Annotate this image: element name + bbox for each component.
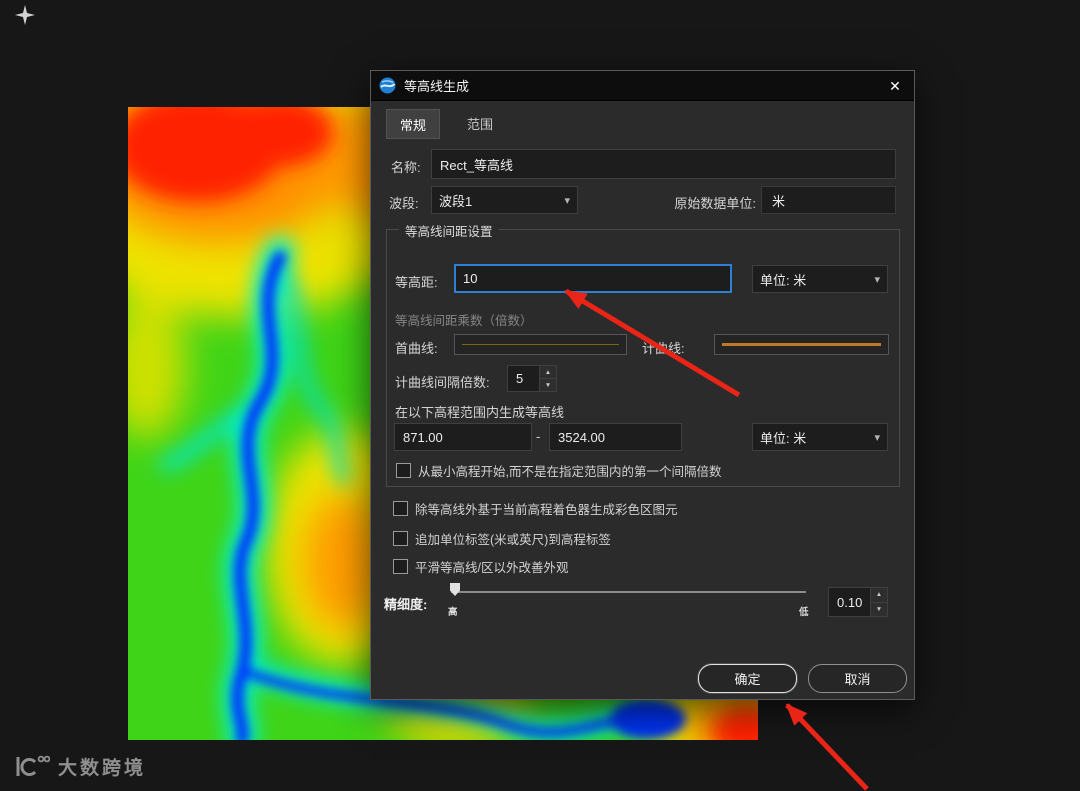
name-label: 名称: xyxy=(391,160,421,175)
spin-down-icon[interactable]: ▼ xyxy=(871,602,887,616)
source-unit-label: 原始数据单位: xyxy=(674,196,756,211)
color-fill-checkbox-label: 除等高线外基于当前高程着色器生成彩色区图元 xyxy=(415,503,678,517)
spin-up-icon[interactable]: ▲ xyxy=(540,366,556,379)
smooth-checkbox-label: 平滑等高线/区以外改善外观 xyxy=(415,561,569,575)
color-fill-checkbox-row[interactable]: 除等高线外基于当前高程着色器生成彩色区图元 xyxy=(393,499,678,518)
elevation-range-title: 在以下高程范围内生成等高线 xyxy=(395,405,565,420)
precision-slider-handle[interactable] xyxy=(450,583,460,596)
interval-unit-select[interactable]: 单位: 米 ▾ xyxy=(752,265,888,293)
index-line-style-picker[interactable] xyxy=(714,334,889,355)
group-title: 等高线间距设置 xyxy=(399,221,499,240)
chevron-down-icon: ▾ xyxy=(564,194,570,207)
index-interval-label: 计曲线间隔倍数: xyxy=(395,375,490,390)
append-unit-checkbox-label: 追加单位标签(米或英尺)到高程标签 xyxy=(415,533,611,547)
chevron-down-icon: ▾ xyxy=(874,431,880,444)
primary-line-style-picker[interactable] xyxy=(454,334,627,355)
append-unit-checkbox-row[interactable]: 追加单位标签(米或英尺)到高程标签 xyxy=(393,529,611,548)
smooth-checkbox[interactable] xyxy=(393,559,408,574)
chevron-down-icon: ▾ xyxy=(874,273,880,286)
watermark-text: 大数跨境 xyxy=(58,757,147,779)
close-icon[interactable]: ✕ xyxy=(880,71,910,101)
primary-line-label: 首曲线: xyxy=(395,341,438,356)
smooth-checkbox-row[interactable]: 平滑等高线/区以外改善外观 xyxy=(393,557,568,576)
interval-input[interactable] xyxy=(454,264,732,293)
min-start-checkbox-row[interactable]: 从最小高程开始,而不是在指定范围内的第一个间隔倍数 xyxy=(396,461,721,480)
index-interval-spinner[interactable]: 5 ▲ ▼ xyxy=(507,365,557,392)
watermark: 大数跨境 xyxy=(14,752,146,780)
min-start-checkbox-label: 从最小高程开始,而不是在指定范围内的第一个间隔倍数 xyxy=(418,465,722,479)
tab-general[interactable]: 常规 xyxy=(386,109,440,139)
precision-label: 精细度: xyxy=(384,597,428,612)
cancel-button[interactable]: 取消 xyxy=(808,664,907,693)
append-unit-checkbox[interactable] xyxy=(393,531,408,546)
precision-high-label: 高 xyxy=(448,607,458,618)
name-input[interactable] xyxy=(431,149,896,179)
interval-settings-group: 等高线间距设置 等高距: 单位: 米 ▾ 等高线间距乘数（倍数） 首曲线: 计曲… xyxy=(386,221,900,487)
color-fill-checkbox[interactable] xyxy=(393,501,408,516)
range-unit-select[interactable]: 单位: 米 ▾ xyxy=(752,423,888,451)
precision-spinner[interactable]: 0.10 ▲ ▼ xyxy=(828,587,888,617)
range-separator: - xyxy=(536,429,541,444)
globe-icon xyxy=(379,77,396,94)
watermark-logo-icon xyxy=(16,755,50,776)
source-unit-value: 米 xyxy=(761,186,896,214)
range-max-input[interactable] xyxy=(549,423,682,451)
band-select[interactable]: 波段1 ▾ xyxy=(431,186,578,214)
index-line-sample xyxy=(722,343,881,346)
range-min-input[interactable] xyxy=(394,423,532,451)
multiplier-label: 等高线间距乘数（倍数） xyxy=(395,314,533,328)
tab-range[interactable]: 范围 xyxy=(451,109,509,137)
spin-down-icon[interactable]: ▼ xyxy=(540,379,556,391)
index-line-label: 计曲线: xyxy=(642,341,685,356)
application-window: 等高线生成 ✕ 常规 范围 名称: 波段: 波段1 ▾ 原始数据单位: 米 等高… xyxy=(0,0,1080,791)
dialog-title: 等高线生成 xyxy=(404,79,470,94)
dialog-titlebar[interactable]: 等高线生成 ✕ xyxy=(371,71,914,101)
band-select-value: 波段1 xyxy=(439,193,473,209)
ok-button[interactable]: 确定 xyxy=(698,664,797,693)
band-label: 波段: xyxy=(389,196,419,211)
precision-low-label: 低 xyxy=(799,607,809,618)
arrow-to-ok-button xyxy=(785,703,869,791)
contour-generation-dialog: 等高线生成 ✕ 常规 范围 名称: 波段: 波段1 ▾ 原始数据单位: 米 等高… xyxy=(370,70,915,700)
precision-slider-track[interactable] xyxy=(451,591,806,593)
primary-line-sample xyxy=(462,344,619,345)
spin-up-icon[interactable]: ▲ xyxy=(871,588,887,603)
interval-label: 等高距: xyxy=(395,275,438,290)
min-start-checkbox[interactable] xyxy=(396,463,411,478)
app-icon xyxy=(15,5,35,25)
